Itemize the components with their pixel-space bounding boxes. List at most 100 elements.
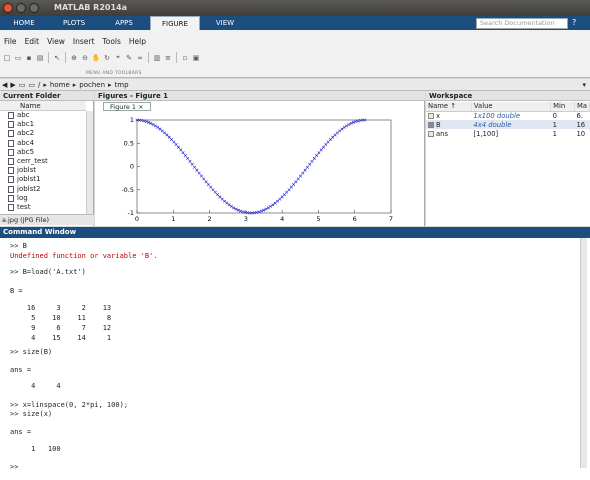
menu-help[interactable]: Help bbox=[129, 37, 146, 46]
list-item[interactable]: abc5 bbox=[0, 148, 86, 157]
rotate-icon[interactable]: ↻ bbox=[102, 52, 112, 63]
figures-title: Figures - Figure 1 bbox=[95, 91, 425, 101]
list-item[interactable]: cerr_test bbox=[0, 157, 86, 166]
column-header-value[interactable]: Value bbox=[471, 102, 552, 112]
legend-icon[interactable]: ≡ bbox=[163, 52, 173, 63]
window-title: MATLAB R2014a bbox=[54, 3, 127, 12]
new-figure-icon[interactable]: □ bbox=[2, 52, 12, 63]
table-row[interactable]: ans [1,100] 1 10 bbox=[426, 129, 590, 138]
matrix-icon bbox=[428, 121, 434, 128]
command-line: >> B=load('A.txt') bbox=[10, 268, 86, 276]
command-line: ans = bbox=[10, 428, 32, 436]
folder-scrollbar[interactable] bbox=[86, 111, 93, 214]
figure-1-tab[interactable]: Figure 1 × bbox=[103, 102, 151, 111]
path-separator-icon: ▸ bbox=[108, 80, 112, 89]
close-tab-icon[interactable]: × bbox=[138, 103, 143, 111]
path-segment-pochen[interactable]: pochen bbox=[79, 81, 105, 89]
minimize-window-button[interactable] bbox=[16, 3, 26, 13]
path-separator-icon: ▸ bbox=[72, 80, 77, 89]
data-cursor-icon[interactable]: ⌖ bbox=[113, 52, 123, 63]
figures-panel: Figures - Figure 1 Figure 1 × 0123456710… bbox=[95, 91, 425, 226]
list-item[interactable]: abc4 bbox=[0, 139, 86, 148]
x-tick-label: 2 bbox=[208, 215, 212, 223]
maximize-window-button[interactable] bbox=[29, 3, 39, 13]
list-item[interactable]: abc bbox=[0, 111, 86, 120]
table-row[interactable]: B 4x4 double 1 16 bbox=[426, 120, 590, 129]
list-item[interactable]: joblst1 bbox=[0, 175, 86, 184]
workspace-panel: Workspace Name ↑ Value Min Ma x 1x100 do… bbox=[426, 91, 590, 226]
path-segment-tmp[interactable]: tmp bbox=[115, 81, 129, 89]
command-line: ans = bbox=[10, 366, 32, 374]
menu-tools[interactable]: Tools bbox=[102, 37, 120, 46]
variable-icon bbox=[428, 130, 434, 137]
current-folder-title: Current Folder bbox=[0, 91, 94, 101]
browse-folder-icon[interactable]: ▭ bbox=[28, 81, 35, 89]
file-icon bbox=[8, 158, 14, 166]
menu-edit[interactable]: Edit bbox=[25, 37, 40, 46]
up-folder-icon[interactable]: ▭ bbox=[19, 81, 26, 89]
show-plot-tools-icon[interactable]: ▣ bbox=[191, 52, 201, 63]
y-tick-label: -0.5 bbox=[121, 186, 134, 194]
tab-figure[interactable]: FIGURE bbox=[150, 16, 200, 30]
figure-menubar: File Edit View Insert Tools Help bbox=[4, 37, 146, 46]
colorbar-icon[interactable]: ▥ bbox=[152, 52, 162, 63]
zoom-in-icon[interactable]: ⊕ bbox=[69, 52, 79, 63]
tab-view[interactable]: VIEW bbox=[202, 16, 248, 30]
column-header-max[interactable]: Ma bbox=[574, 102, 590, 112]
list-item[interactable]: log bbox=[0, 194, 86, 203]
x-tick-label: 5 bbox=[316, 215, 320, 223]
pan-icon[interactable]: ✋ bbox=[91, 52, 101, 63]
menu-file[interactable]: File bbox=[4, 37, 17, 46]
list-item[interactable]: test bbox=[0, 203, 86, 212]
tab-home[interactable]: HOME bbox=[0, 16, 48, 30]
brush-icon[interactable]: ✎ bbox=[124, 52, 134, 63]
menu-insert[interactable]: Insert bbox=[73, 37, 95, 46]
list-item[interactable]: joblst bbox=[0, 166, 86, 175]
y-tick-label: 0 bbox=[130, 163, 134, 171]
command-scrollbar[interactable] bbox=[580, 238, 587, 468]
path-dropdown-icon[interactable]: ▾ bbox=[582, 81, 586, 89]
file-icon bbox=[8, 130, 14, 138]
command-line: Undefined function or variable 'B'. bbox=[10, 252, 158, 260]
close-window-button[interactable] bbox=[3, 3, 13, 13]
file-icon bbox=[8, 167, 14, 175]
link-icon[interactable]: ∞ bbox=[135, 52, 145, 63]
path-segment-home[interactable]: home bbox=[50, 81, 70, 89]
command-line: >> size(x) bbox=[10, 410, 53, 418]
menu-view[interactable]: View bbox=[47, 37, 65, 46]
save-icon[interactable]: ▪ bbox=[24, 52, 34, 63]
plot-axes bbox=[136, 119, 392, 214]
command-line: 5 10 11 8 bbox=[10, 314, 112, 322]
command-line: 9 6 7 12 bbox=[10, 324, 112, 332]
search-documentation-input[interactable]: Search Documentation bbox=[476, 18, 568, 29]
hide-plot-tools-icon[interactable]: ▫ bbox=[180, 52, 190, 63]
variable-icon bbox=[428, 112, 434, 119]
file-icon bbox=[8, 148, 14, 156]
window-titlebar: MATLAB R2014a bbox=[0, 0, 590, 16]
list-item[interactable]: abc2 bbox=[0, 129, 86, 138]
help-icon[interactable]: ? bbox=[572, 18, 583, 28]
print-icon[interactable]: ▤ bbox=[35, 52, 45, 63]
command-window[interactable]: >> B Undefined function or variable 'B'. >… bbox=[0, 238, 590, 480]
x-tick-label: 0 bbox=[135, 215, 139, 223]
path-root[interactable]: / bbox=[38, 81, 40, 89]
forward-arrow-icon[interactable]: ▶ bbox=[10, 81, 15, 89]
figure-toolbar: □ ▭ ▪ ▤ ↖ ⊕ ⊖ ✋ ↻ ⌖ ✎ ∞ ▥ ≡ ▫ ▣ bbox=[2, 52, 201, 63]
file-icon bbox=[8, 203, 14, 211]
back-arrow-icon[interactable]: ◀ bbox=[2, 81, 7, 89]
y-tick-label: 0.5 bbox=[124, 139, 134, 147]
file-icon bbox=[8, 121, 14, 129]
command-line: 4 4 bbox=[10, 382, 61, 390]
list-item[interactable]: abc1 bbox=[0, 120, 86, 129]
list-item[interactable]: joblst2 bbox=[0, 185, 86, 194]
column-header-name[interactable]: Name ↑ bbox=[426, 102, 472, 112]
name-column-header[interactable]: Name bbox=[0, 101, 86, 111]
column-header-min[interactable]: Min bbox=[550, 102, 575, 112]
tab-apps[interactable]: APPS bbox=[100, 16, 148, 30]
zoom-out-icon[interactable]: ⊖ bbox=[80, 52, 90, 63]
open-file-icon[interactable]: ▭ bbox=[13, 52, 23, 63]
tab-plots[interactable]: PLOTS bbox=[50, 16, 98, 30]
file-icon bbox=[8, 185, 14, 193]
pointer-icon[interactable]: ↖ bbox=[52, 52, 62, 63]
table-row[interactable]: x 1x100 double 0 6. bbox=[426, 111, 590, 120]
